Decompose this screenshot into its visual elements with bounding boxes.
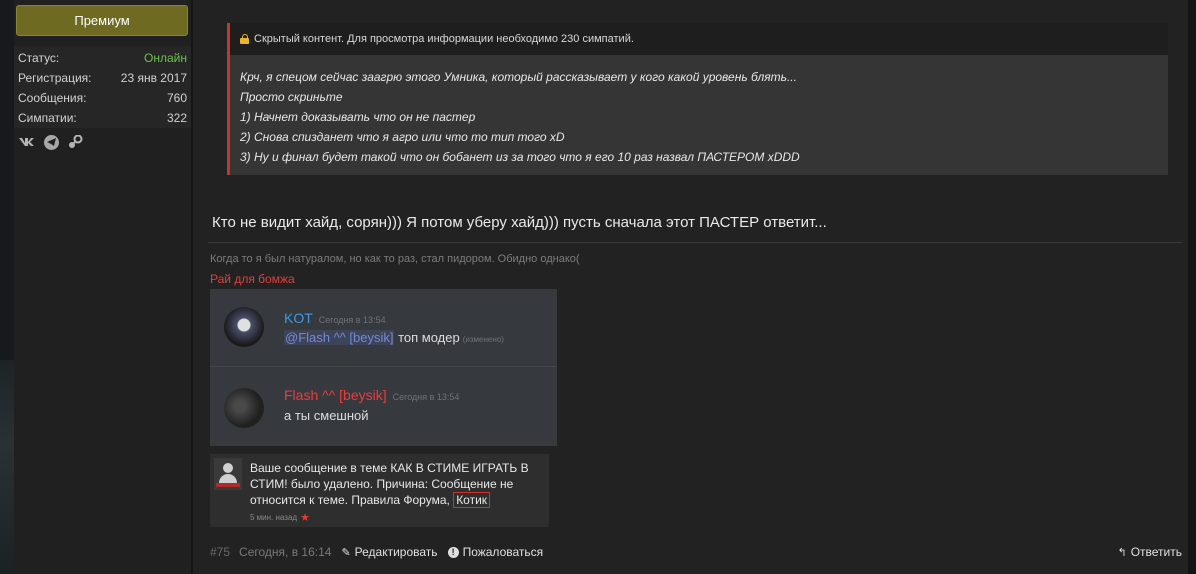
pencil-icon: ✎	[341, 546, 351, 559]
discord-message: KOT Сегодня в 13:54 @Flash ^^ [beysik] то…	[210, 289, 557, 367]
notification-highlight: Котик	[453, 492, 491, 508]
edit-label: Редактировать	[354, 545, 438, 559]
stat-value: 322	[166, 111, 187, 125]
stat-status: Статус: Онлайн	[18, 48, 187, 68]
discord-mention: @Flash ^^ [beysik]	[284, 330, 395, 345]
hidden-line: 3) Ну и финал будет такой что он бобанет…	[240, 150, 800, 164]
premium-badge[interactable]: Премиум	[16, 5, 188, 36]
reply-label: Ответить	[1130, 545, 1182, 559]
stat-label: Статус:	[18, 51, 60, 65]
stat-label: Сообщения:	[18, 91, 87, 105]
edit-button[interactable]: ✎ Редактировать	[341, 545, 437, 559]
vk-icon[interactable]	[18, 133, 36, 151]
report-label: Пожаловаться	[462, 545, 544, 559]
hidden-line: Крч, я спецом сейчас заагрю этого Умника…	[240, 70, 797, 84]
discord-author-name: KOT	[284, 310, 313, 326]
notification-time: 5 мин. назад ★	[250, 511, 310, 524]
discord-message: Flash ^^ [beysik] Сегодня в 13:54 а ты см…	[210, 368, 557, 446]
stat-likes: Симпатии: 322	[18, 108, 187, 128]
notification-text: Ваше сообщение в теме КАК В СТИМЕ ИГРАТЬ…	[250, 460, 545, 508]
notification-screenshot: Ваше сообщение в теме КАК В СТИМЕ ИГРАТЬ…	[210, 454, 549, 527]
discord-edited: (изменено)	[462, 335, 504, 344]
post-text: Кто не видит хайд, сорян))) Я потом убер…	[212, 214, 827, 231]
stat-value: Онлайн	[144, 51, 187, 65]
stat-label: Регистрация:	[18, 71, 92, 85]
left-edge	[0, 0, 14, 574]
discord-screenshot: KOT Сегодня в 13:54 @Flash ^^ [beysik] то…	[210, 289, 557, 446]
avatar	[224, 388, 264, 428]
hidden-line: 2) Снова спизданет что я агро или что то…	[240, 130, 565, 144]
discord-text: топ модер	[394, 330, 460, 345]
social-links	[18, 131, 84, 153]
stat-registration: Регистрация: 23 янв 2017	[18, 68, 187, 88]
discord-author: Flash ^^ [beysik] Сегодня в 13:54	[284, 387, 459, 403]
discord-text: а ты смешной	[284, 408, 369, 423]
discord-timestamp: Сегодня в 13:54	[392, 392, 460, 402]
post-footer: #75 Сегодня, в 16:14 ✎ Редактировать ! П…	[210, 543, 1182, 561]
star-icon: ★	[300, 512, 310, 524]
stat-value: 760	[166, 91, 187, 105]
discord-message-text: @Flash ^^ [beysik] топ модер (изменено)	[284, 330, 504, 345]
hidden-content-text: Крч, я спецом сейчас заагрю этого Умника…	[230, 55, 1168, 167]
hidden-content-notice: Скрытый контент. Для просмотра информаци…	[254, 33, 634, 45]
telegram-icon[interactable]	[42, 133, 60, 151]
report-button[interactable]: ! Пожаловаться	[447, 545, 544, 559]
reply-icon: ↰	[1117, 546, 1127, 559]
lock-icon	[240, 34, 249, 44]
right-edge	[1188, 0, 1196, 574]
discord-author-name: Flash ^^ [beysik]	[284, 387, 387, 403]
hidden-line: Просто скриньте	[240, 90, 343, 104]
user-stats: Статус: Онлайн Регистрация: 23 янв 2017 …	[14, 46, 191, 128]
hidden-line: 1) Начнет доказывать что он не пастер	[240, 110, 476, 124]
signature-divider	[208, 242, 1182, 243]
avatar	[214, 458, 242, 490]
background-blur	[0, 360, 14, 574]
steam-icon[interactable]	[66, 133, 84, 151]
stat-label: Симпатии:	[18, 111, 77, 125]
exclamation-icon: !	[447, 546, 459, 558]
post-timestamp[interactable]: Сегодня, в 16:14	[239, 545, 331, 559]
hidden-content-block: Скрытый контент. Для просмотра информаци…	[227, 23, 1168, 175]
user-panel: Премиум Статус: Онлайн Регистрация: 23 я…	[14, 0, 191, 574]
signature-link[interactable]: Рай для бомжа	[210, 272, 295, 286]
avatar	[224, 307, 264, 347]
reply-button[interactable]: ↰ Ответить	[1117, 545, 1182, 559]
stat-messages: Сообщения: 760	[18, 88, 187, 108]
discord-author: KOT Сегодня в 13:54	[284, 310, 386, 326]
signature-text: Когда то я был натуралом, но как то раз,…	[210, 253, 580, 265]
post-number[interactable]: #75	[210, 545, 230, 559]
discord-timestamp: Сегодня в 13:54	[318, 315, 386, 325]
notification-timestamp: 5 мин. назад	[250, 513, 298, 522]
hidden-content-header: Скрытый контент. Для просмотра информаци…	[230, 23, 1168, 55]
post-body: Скрытый контент. Для просмотра информаци…	[193, 0, 1188, 574]
stat-value: 23 янв 2017	[120, 71, 187, 85]
